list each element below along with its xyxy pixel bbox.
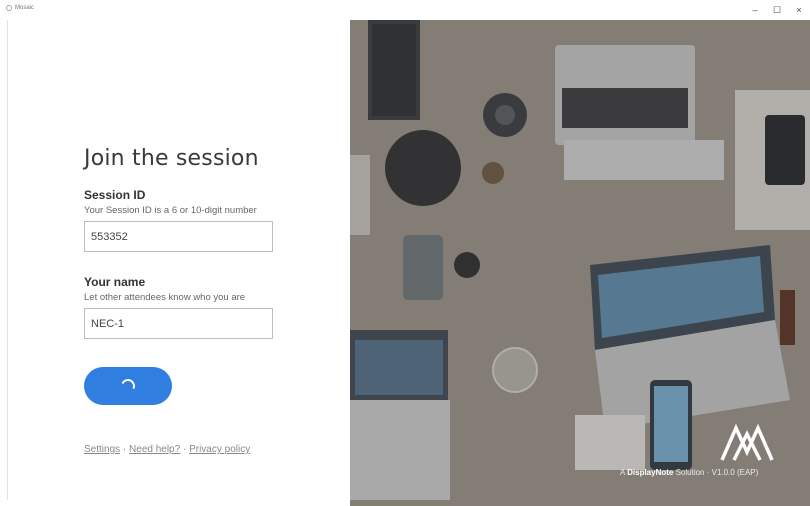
hero-image: A DisplayNote Solution · V1.0.0 (EAP) — [350, 20, 810, 506]
help-link[interactable]: Need help? — [129, 444, 180, 455]
displaynote-logo-icon — [720, 423, 774, 461]
app-icon — [6, 5, 12, 11]
maximize-button[interactable]: ☐ — [766, 0, 788, 20]
name-label: Your name — [84, 275, 146, 289]
title-bar: Mosaic – ☐ × — [0, 0, 810, 20]
session-id-label: Session ID — [84, 188, 146, 202]
privacy-policy-link[interactable]: Privacy policy — [189, 444, 250, 455]
brand-version: Solution · V1.0.0 (EAP) — [673, 468, 759, 477]
footer-separator: · — [180, 444, 190, 455]
footer-separator: · — [120, 444, 130, 455]
close-button[interactable]: × — [788, 0, 810, 20]
app-title: Mosaic — [6, 5, 34, 11]
loading-spinner-icon — [119, 377, 137, 395]
session-id-input[interactable]: 553352 — [84, 221, 273, 252]
window-controls: – ☐ × — [744, 0, 810, 20]
settings-link[interactable]: Settings — [84, 444, 120, 455]
name-hint: Let other attendees know who you are — [84, 292, 246, 303]
session-id-hint: Your Session ID is a 6 or 10-digit numbe… — [84, 205, 257, 216]
minimize-button[interactable]: – — [744, 0, 766, 20]
footer-links: Settings · Need help? · Privacy policy — [84, 444, 250, 455]
brand-footer: A DisplayNote Solution · V1.0.0 (EAP) — [620, 468, 758, 477]
name-input[interactable]: NEC-1 — [84, 308, 273, 339]
brand-name: DisplayNote — [627, 468, 674, 477]
join-form-panel: Join the session Session ID Your Session… — [7, 20, 351, 500]
app-title-text: Mosaic — [15, 5, 35, 11]
page-title: Join the session — [84, 146, 259, 171]
join-button[interactable] — [84, 367, 172, 405]
